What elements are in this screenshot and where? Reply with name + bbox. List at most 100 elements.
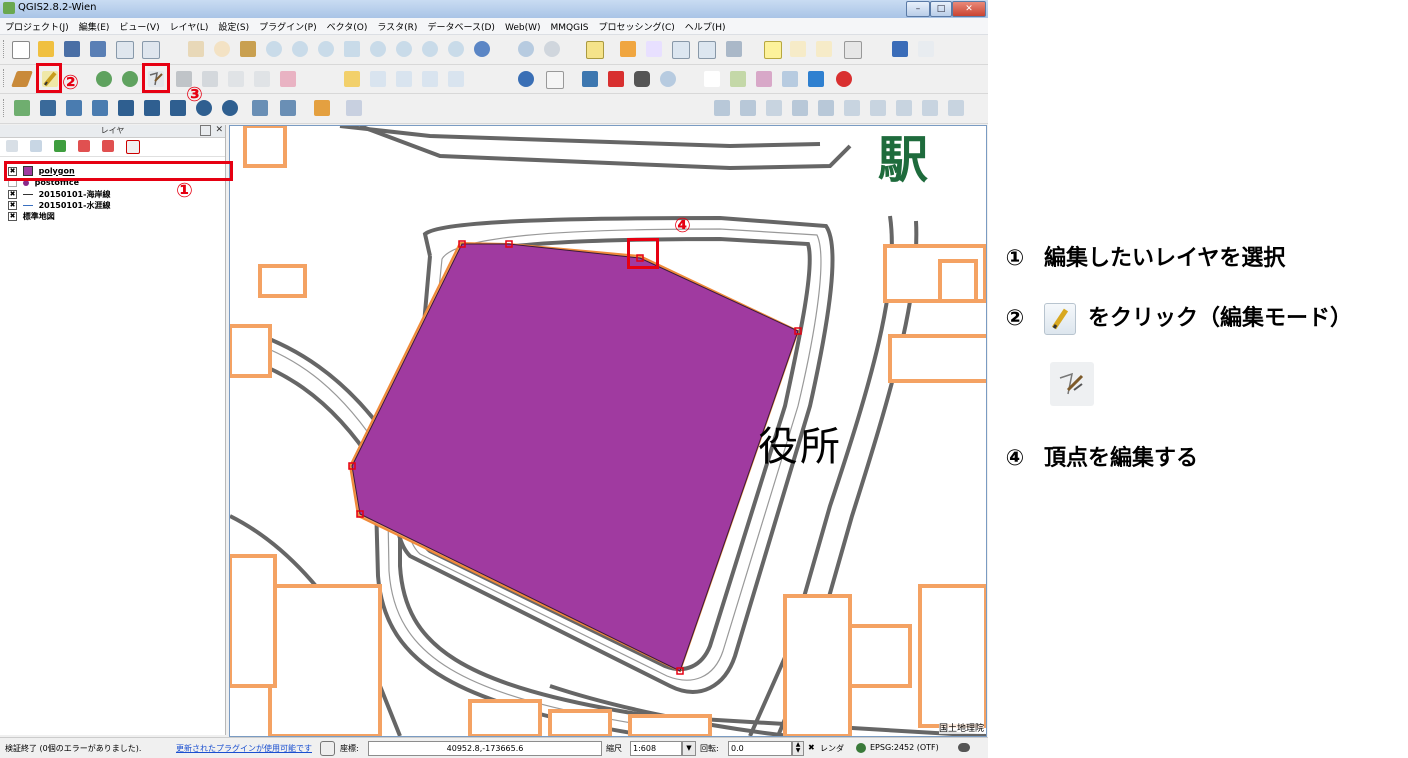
composer-manager-icon[interactable] <box>142 41 160 59</box>
processing-icon[interactable] <box>608 71 624 87</box>
delete-ring-icon[interactable] <box>170 100 186 116</box>
run-action-icon[interactable] <box>544 41 560 57</box>
scale-dropdown-chevron-down-icon[interactable]: ▼ <box>682 741 696 756</box>
globe-icon[interactable] <box>856 743 866 753</box>
copy-features-icon[interactable] <box>228 71 244 87</box>
vector-filter-icon[interactable] <box>782 71 798 87</box>
map-swipe-icon[interactable] <box>808 71 824 87</box>
pin-labels-icon[interactable] <box>370 71 386 87</box>
metasearch-icon[interactable] <box>518 71 534 87</box>
zoom-layer-icon[interactable] <box>396 41 412 57</box>
filter-legend-icon[interactable] <box>54 140 66 152</box>
show-labels-icon[interactable] <box>396 71 412 87</box>
add-oracle-icon[interactable] <box>896 100 912 116</box>
layer-visibility-checkbox[interactable]: ✖ <box>8 201 17 210</box>
change-label-icon[interactable] <box>448 71 464 87</box>
minimize-button[interactable]: – <box>906 1 930 17</box>
add-virtual-icon[interactable] <box>922 100 938 116</box>
refresh-icon[interactable] <box>474 41 490 57</box>
merge-attributes-icon[interactable] <box>346 100 362 116</box>
georeferencer-icon[interactable] <box>756 71 772 87</box>
map-tips-icon[interactable] <box>764 41 782 59</box>
add-wfs-icon[interactable] <box>844 100 860 116</box>
rotation-field[interactable]: 0.0 <box>728 741 792 756</box>
fill-ring-icon[interactable] <box>66 100 82 116</box>
render-checkbox[interactable]: ✖ <box>808 743 815 752</box>
layer-item-standard-map[interactable]: ✖ 標準地図 <box>8 211 55 222</box>
add-feature-icon[interactable] <box>96 71 112 87</box>
menu-help[interactable]: ヘルプ(H) <box>680 18 731 33</box>
select-features-icon[interactable] <box>586 41 604 59</box>
new-project-icon[interactable] <box>12 41 30 59</box>
plugin-update-link[interactable]: 更新されたプラグインが使用可能です <box>176 743 312 754</box>
menu-processing[interactable]: プロセッシング(C) <box>593 18 679 33</box>
show-bookmarks-icon[interactable] <box>816 41 832 57</box>
db-manager-icon[interactable] <box>714 100 730 116</box>
collapse-all-icon[interactable] <box>102 140 114 152</box>
simplify-icon[interactable] <box>144 100 160 116</box>
binoculars-icon[interactable] <box>634 71 650 87</box>
menu-vector[interactable]: ベクタ(O) <box>322 18 373 33</box>
scale-combobox[interactable]: 1:608 <box>630 741 682 756</box>
layer-item-coastline[interactable]: ✖ 20150101-海岸線 <box>8 189 110 200</box>
zoom-full-icon[interactable] <box>344 41 360 57</box>
add-delimited-icon[interactable] <box>870 100 886 116</box>
reshape-icon[interactable] <box>92 100 108 116</box>
whats-this-icon[interactable] <box>918 41 934 57</box>
map-canvas[interactable]: 駅 役所 国土地理院 <box>229 125 987 737</box>
new-print-composer-icon[interactable] <box>116 41 134 59</box>
rotation-spinner-icon[interactable]: ▲ ▼ <box>792 741 804 756</box>
add-postgis-icon[interactable] <box>948 100 964 116</box>
add-spatialite-icon[interactable] <box>740 100 756 116</box>
zoom-out-icon[interactable] <box>292 41 308 57</box>
pan-hand-icon[interactable] <box>214 41 230 57</box>
touch-zoom-icon[interactable] <box>188 41 204 57</box>
merge-features-icon[interactable] <box>280 100 296 116</box>
coordinate-field[interactable]: 40952.8,-173665.6 <box>368 741 602 756</box>
zoom-selection-icon[interactable] <box>370 41 386 57</box>
edited-polygon[interactable] <box>351 243 799 672</box>
new-bookmark-icon[interactable] <box>790 41 806 57</box>
float-panel-icon[interactable] <box>200 125 211 136</box>
paste-features-icon[interactable] <box>254 71 270 87</box>
zoom-native-icon[interactable] <box>318 41 334 57</box>
menu-view[interactable]: ビュー(V) <box>114 18 164 33</box>
identify-icon[interactable] <box>518 41 534 57</box>
measure-icon[interactable] <box>726 41 742 57</box>
pan-to-selection-icon[interactable] <box>240 41 256 57</box>
manage-visibility-icon[interactable] <box>30 140 42 152</box>
toolbar-grip[interactable] <box>3 69 7 87</box>
offset-curve-icon[interactable] <box>118 100 134 116</box>
help-icon[interactable] <box>892 41 908 57</box>
add-part-icon[interactable] <box>40 100 56 116</box>
menu-edit[interactable]: 編集(E) <box>74 18 115 33</box>
save-project-icon[interactable] <box>64 41 80 57</box>
add-ring-icon[interactable] <box>14 100 30 116</box>
toolbar-grip[interactable] <box>3 99 7 117</box>
attribute-table-icon[interactable] <box>672 41 690 59</box>
layer-visibility-checkbox[interactable]: ✖ <box>8 190 17 199</box>
deselect-icon[interactable] <box>620 41 636 57</box>
menu-plugins[interactable]: プラグイン(P) <box>254 18 321 33</box>
menu-raster[interactable]: ラスタ(R) <box>372 18 422 33</box>
maximize-button[interactable]: □ <box>930 1 952 17</box>
label-tool-icon[interactable] <box>344 71 360 87</box>
save-as-icon[interactable] <box>90 41 106 57</box>
cut-features-icon[interactable] <box>202 71 218 87</box>
python-console-icon[interactable] <box>582 71 598 87</box>
crs-label[interactable]: EPSG:2452 (OTF) <box>870 743 939 752</box>
crosshair-icon[interactable] <box>704 71 720 87</box>
menu-mmqgis[interactable]: MMQGIS <box>546 21 594 33</box>
open-project-icon[interactable] <box>38 41 54 57</box>
zoom-in-icon[interactable] <box>266 41 282 57</box>
heatmap-icon[interactable] <box>836 71 852 87</box>
layer-item-waterline[interactable]: ✖ 20150101-水涯線 <box>8 200 110 211</box>
menu-settings[interactable]: 設定(S) <box>213 18 254 33</box>
expand-all-icon[interactable] <box>78 140 90 152</box>
menu-project[interactable]: プロジェクト(J) <box>0 18 74 33</box>
coordinate-toggle-icon[interactable] <box>320 741 335 756</box>
toolbar-grip[interactable] <box>3 40 7 58</box>
menu-web[interactable]: Web(W) <box>500 21 546 33</box>
text-annotation-icon[interactable] <box>844 41 862 59</box>
csw-icon[interactable] <box>546 71 564 89</box>
